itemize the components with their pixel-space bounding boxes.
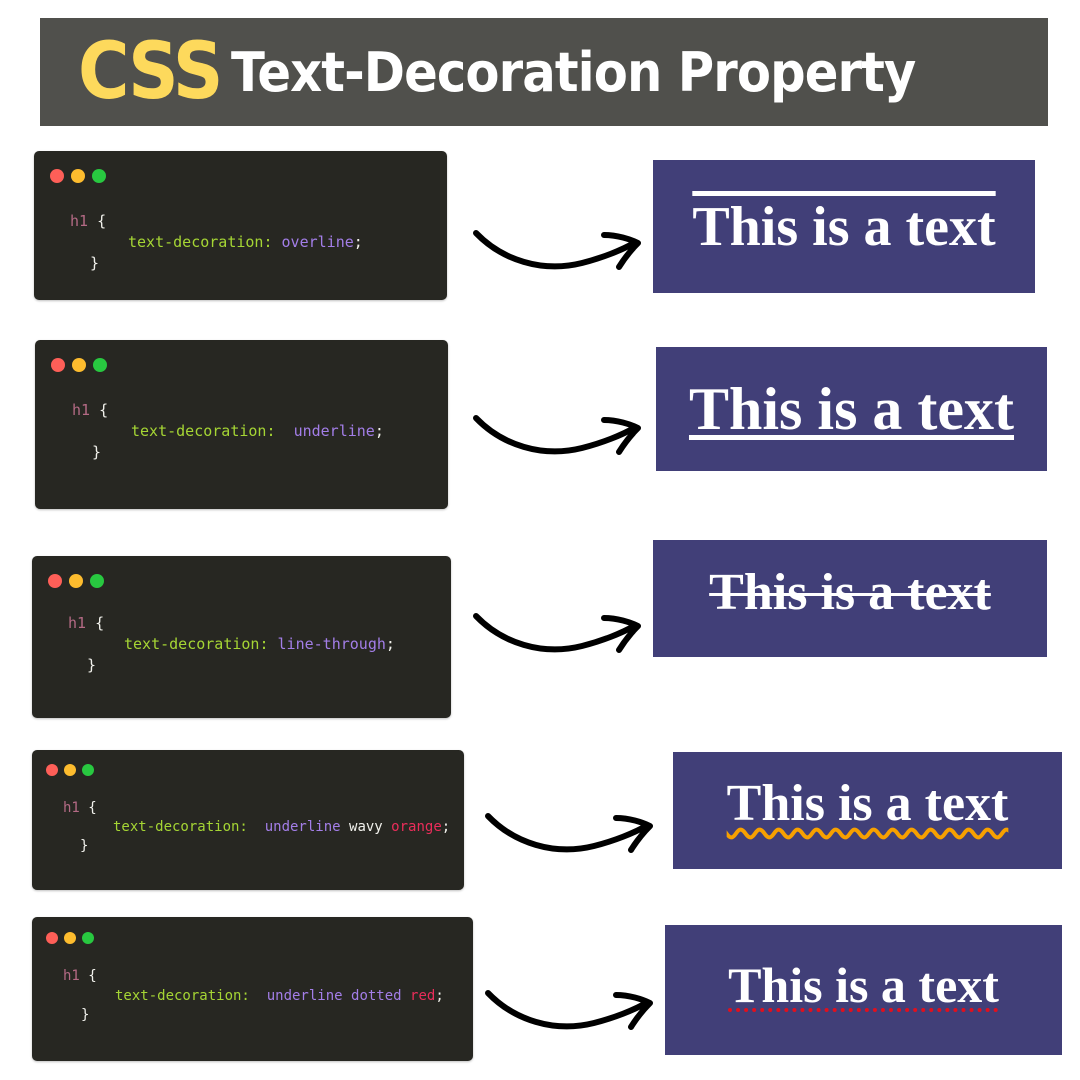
close-dot-icon [50,169,64,183]
code-line-close: } [92,443,101,461]
css-selector: h1 [70,212,89,230]
css-property: text-decoration: [115,988,250,1004]
code-line-declaration: text-decoration: underline wavy orange; [113,819,450,835]
code-snippet-overline: h1 { text-decoration: overline; } [34,151,447,300]
title-banner: CSS Text-Decoration Property [40,18,1048,126]
css-property: text-decoration: [113,819,248,835]
semicolon: ; [374,422,384,440]
maximize-dot-icon [82,932,94,944]
arrow-icon [485,813,653,853]
code-snippet-line-through: h1 { text-decoration: line-through; } [32,556,451,718]
window-controls [46,764,94,776]
semicolon: ; [441,819,451,835]
code-line-declaration: text-decoration: line-through; [124,635,395,653]
css-value-color: orange [391,819,442,835]
css-value-line: underline [264,819,341,835]
preview-overline: This is a text [653,160,1035,293]
css-value-color: red [410,988,436,1004]
preview-text: This is a text [709,564,991,621]
code-snippet-underline-wavy: h1 { text-decoration: underline wavy ora… [32,750,464,890]
arrow-icon [473,415,641,455]
open-brace: { [88,800,97,816]
code-line-close: } [81,1007,89,1023]
window-controls [46,932,94,944]
css-selector: h1 [68,614,87,632]
code-line-close: } [80,838,88,854]
css-selector: h1 [72,401,91,419]
code-line-declaration: text-decoration: underline dotted red; [115,988,444,1004]
preview-underline-wavy: This is a text [673,752,1062,869]
code-line-selector: h1 { [72,401,108,419]
css-value-line: underline [266,988,343,1004]
close-dot-icon [48,574,62,588]
code-line-selector: h1 { [68,614,104,632]
semicolon: ; [435,988,444,1004]
open-brace: { [99,401,109,419]
css-property: text-decoration: [131,422,276,440]
preview-line-through: This is a text [653,540,1047,657]
preview-text: This is a text [726,775,1009,832]
preview-text: This is a text [692,195,996,258]
arrow-icon [473,613,641,653]
page-title: Text-Decoration Property [230,40,916,104]
minimize-dot-icon [64,932,76,944]
preview-text: This is a text [728,957,999,1013]
maximize-dot-icon [92,169,106,183]
close-dot-icon [51,358,65,372]
close-brace: } [92,443,102,461]
minimize-dot-icon [71,169,85,183]
close-brace: } [90,254,100,272]
close-brace: } [80,838,89,854]
arrow-icon [473,230,641,270]
preview-underline-dotted: This is a text [665,925,1062,1055]
maximize-dot-icon [93,358,107,372]
open-brace: { [97,212,107,230]
arrow-icon [485,990,653,1030]
open-brace: { [95,614,105,632]
code-line-declaration: text-decoration: underline; [131,422,384,440]
code-snippet-underline-dotted: h1 { text-decoration: underline dotted r… [32,917,473,1061]
semicolon: ; [353,233,363,251]
code-line-close: } [87,656,96,674]
preview-text: This is a text [688,375,1015,442]
title-highlight: CSS [78,27,223,117]
code-line-declaration: text-decoration: overline; [128,233,363,251]
code-line-selector: h1 { [63,968,97,984]
code-line-selector: h1 { [63,800,97,816]
minimize-dot-icon [72,358,86,372]
code-line-selector: h1 { [70,212,106,230]
window-controls [50,169,106,183]
maximize-dot-icon [90,574,104,588]
css-value: overline [281,233,354,251]
minimize-dot-icon [64,764,76,776]
open-brace: { [88,968,97,984]
maximize-dot-icon [82,764,94,776]
css-value-style: dotted [351,988,402,1004]
code-snippet-underline: h1 { text-decoration: underline; } [35,340,448,509]
semicolon: ; [385,635,395,653]
window-controls [48,574,104,588]
close-brace: } [87,656,97,674]
css-selector: h1 [63,800,80,816]
code-line-close: } [90,254,99,272]
preview-underline: This is a text [656,347,1047,471]
css-value-style: wavy [349,819,383,835]
css-selector: h1 [63,968,80,984]
css-value: underline [293,422,375,440]
minimize-dot-icon [69,574,83,588]
close-dot-icon [46,932,58,944]
css-property: text-decoration: [124,635,269,653]
css-value: line-through [277,635,386,653]
window-controls [51,358,107,372]
close-dot-icon [46,764,58,776]
css-property: text-decoration: [128,233,273,251]
close-brace: } [81,1007,90,1023]
